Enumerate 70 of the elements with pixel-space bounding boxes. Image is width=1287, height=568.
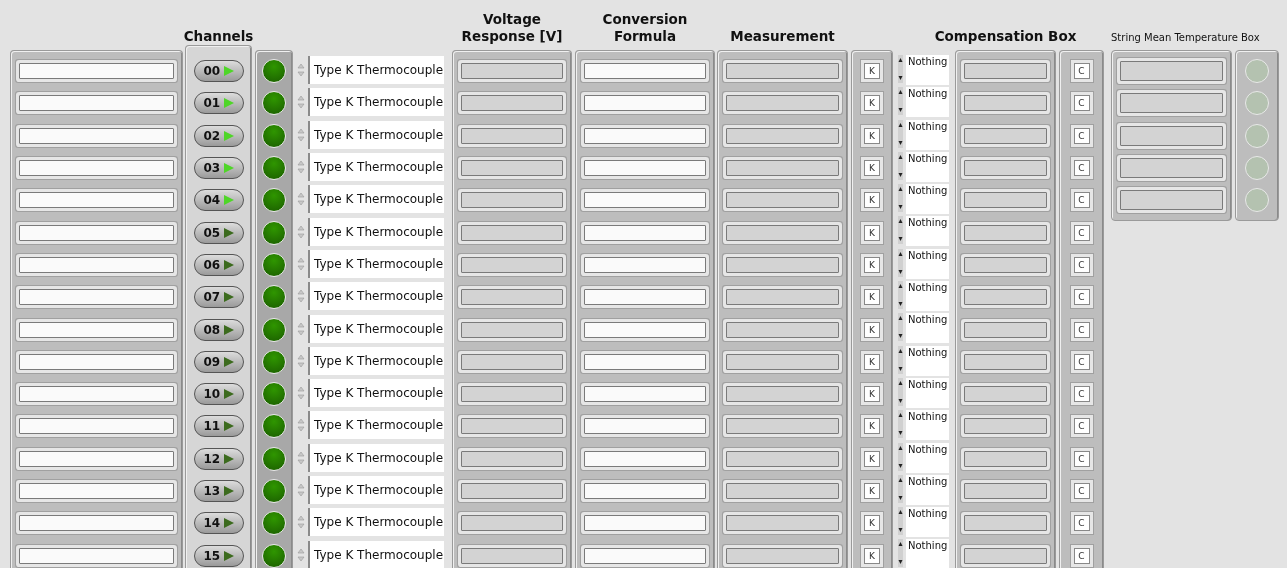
type-selector[interactable]: Type K Thermocouple xyxy=(308,314,444,343)
spinner-arrows[interactable] xyxy=(898,442,903,471)
channel-button[interactable]: 14 xyxy=(193,512,244,535)
type-selector[interactable]: Type K Thermocouple xyxy=(308,379,444,408)
selector-field[interactable]: Nothing xyxy=(906,507,949,538)
spinner-arrows[interactable] xyxy=(898,248,903,277)
spinner-arrows[interactable] xyxy=(898,87,903,116)
channel-button[interactable]: 07 xyxy=(193,286,244,309)
channel-button[interactable]: 08 xyxy=(193,318,244,341)
spinner-arrows[interactable] xyxy=(898,184,903,213)
selector-field[interactable]: Nothing xyxy=(906,119,949,150)
type-selector[interactable]: Type K Thermocouple xyxy=(308,249,444,278)
channel-button[interactable]: 00 xyxy=(193,60,244,83)
selector-field[interactable]: Nothing xyxy=(906,248,949,279)
selector-field[interactable]: Nothing xyxy=(906,55,949,85)
spinner-arrows[interactable] xyxy=(898,507,903,536)
channel-button[interactable]: 13 xyxy=(193,480,244,502)
selector-field[interactable]: Nothing xyxy=(906,313,949,344)
spinner-arrows[interactable] xyxy=(898,474,903,503)
type-selector[interactable]: Type K Thermocouple xyxy=(308,443,444,472)
channel-button[interactable]: 04 xyxy=(193,189,244,212)
selector-field[interactable]: Nothing xyxy=(906,184,949,215)
column-heading: Compensation Box xyxy=(934,28,1077,47)
spinner-arrows[interactable] xyxy=(898,119,903,148)
selector-field[interactable]: Nothing xyxy=(906,539,949,568)
channel-button[interactable]: 06 xyxy=(193,253,244,276)
type-selector[interactable]: Type K Thermocouple xyxy=(308,56,444,85)
selector-field[interactable]: Nothing xyxy=(906,87,949,118)
column-heading: Conversion Formula xyxy=(601,10,689,47)
spinner-arrows[interactable] xyxy=(898,410,903,439)
spinner-arrows[interactable] xyxy=(898,281,903,310)
type-selector[interactable]: Type K Thermocouple xyxy=(308,185,444,214)
selector-field[interactable]: Nothing xyxy=(906,474,949,505)
type-selector[interactable]: Type K Thermocouple xyxy=(308,88,444,117)
column-heading: Measurement xyxy=(730,28,835,47)
column-heading: Channels xyxy=(183,28,254,47)
selector-field[interactable]: Nothing xyxy=(906,281,949,312)
channel-button[interactable]: 11 xyxy=(193,415,244,438)
spinner-arrows[interactable] xyxy=(898,539,903,568)
channel-button[interactable]: 12 xyxy=(193,447,244,470)
type-selector[interactable]: Type K Thermocouple xyxy=(308,120,444,149)
type-selector[interactable]: Type K Thermocouple xyxy=(308,282,444,311)
channel-button[interactable]: 09 xyxy=(193,350,244,373)
type-selector[interactable]: Type K Thermocouple xyxy=(308,346,444,375)
spinner-arrows[interactable] xyxy=(898,345,903,374)
selector-field[interactable]: Nothing xyxy=(906,216,949,247)
selector-field[interactable]: Nothing xyxy=(906,442,949,473)
type-selector[interactable]: Type K Thermocouple xyxy=(308,508,444,537)
column-heading: Voltage Response [V] xyxy=(460,10,564,47)
selector-field[interactable]: Nothing xyxy=(906,410,949,441)
type-selector[interactable]: Type K Thermocouple xyxy=(308,476,444,504)
spinner-arrows[interactable] xyxy=(898,377,903,406)
column-heading: String Mean Temperature Box xyxy=(1111,31,1260,45)
spinner-arrows[interactable] xyxy=(898,151,903,180)
type-selector[interactable]: Type K Thermocouple xyxy=(308,411,444,440)
spinner-arrows[interactable] xyxy=(898,313,903,342)
selector-field[interactable]: Nothing xyxy=(906,151,949,182)
type-selector[interactable]: Type K Thermocouple xyxy=(308,217,444,246)
type-selector[interactable]: Type K Thermocouple xyxy=(308,540,444,568)
channel-button[interactable]: 03 xyxy=(193,157,244,180)
spinner-arrows[interactable] xyxy=(898,216,903,245)
type-selector[interactable]: Type K Thermocouple xyxy=(308,153,444,182)
selector-field[interactable]: Nothing xyxy=(906,345,949,376)
channel-button[interactable]: 10 xyxy=(193,383,244,406)
channel-button[interactable]: 15 xyxy=(193,544,244,567)
spinner-arrows[interactable] xyxy=(898,55,903,83)
channel-button[interactable]: 02 xyxy=(193,124,244,147)
channel-button[interactable]: 01 xyxy=(193,92,244,115)
selector-field[interactable]: Nothing xyxy=(906,377,949,408)
channel-button[interactable]: 05 xyxy=(193,221,244,244)
